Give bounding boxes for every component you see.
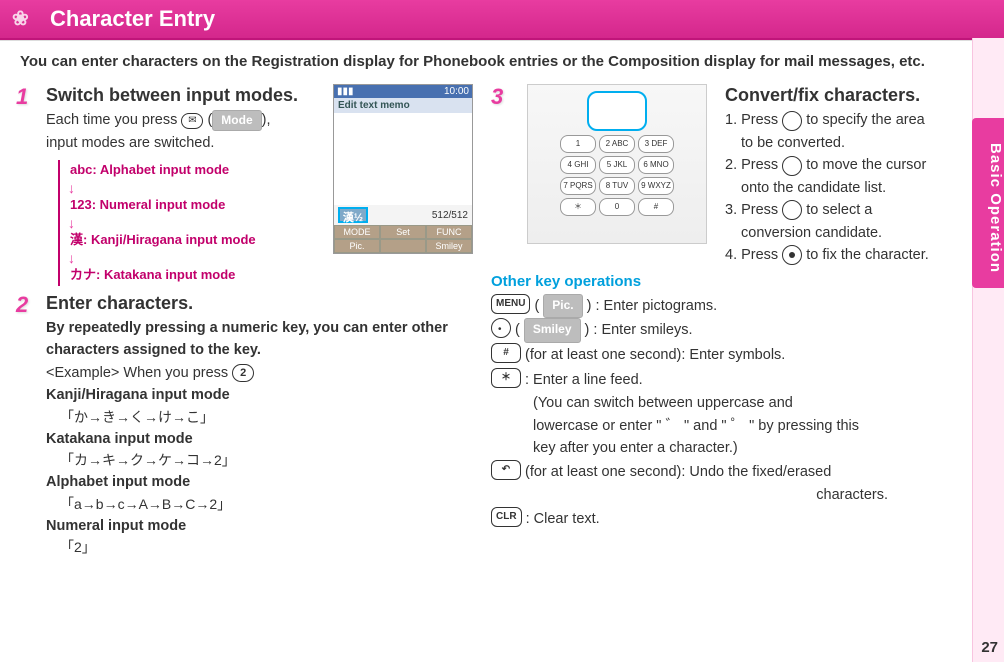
kata-mode-label: Katakana input mode <box>46 428 473 450</box>
menu-key-icon: MENU <box>491 294 530 314</box>
page-number: 27 <box>981 639 998 656</box>
softkey-blank <box>380 239 426 253</box>
softkey-row-2: Pic. Smiley <box>334 239 472 253</box>
kanji-seq: 「か→き→く→け→こ」 <box>60 407 473 428</box>
num-mode-label: Numeral input mode <box>46 515 473 537</box>
alpha-seq: 「a→b→c→A→B→C→2」 <box>60 494 473 515</box>
step1-title: Switch between input modes. <box>46 84 313 107</box>
section-tab: Basic Operation <box>972 118 1004 288</box>
mail-key-icon: ✉ <box>181 113 203 129</box>
mode-123: 123: Numeral input mode <box>70 195 313 216</box>
step2-intro: By repeatedly pressing a numeric key, yo… <box>46 317 473 362</box>
softkey-smiley: Smiley <box>426 239 472 253</box>
step3-l2: 2. Press to move the cursor <box>725 154 948 176</box>
step3-title: Convert/fix characters. <box>725 84 948 107</box>
input-modes-list: abc: Alphabet input mode ↓ 123: Numeral … <box>58 160 313 285</box>
softkey-pic: Pic. <box>334 239 380 253</box>
op-linefeed-sub1: (You can switch between uppercase and <box>533 392 948 414</box>
step3-l4: 4. Press to fix the character. <box>725 244 948 266</box>
decorative-flower-icon: ❀ <box>12 6 29 31</box>
nav-key-icon <box>782 156 802 176</box>
other-ops-list: MENU (Pic.) : Enter pictograms. (Smiley)… <box>491 294 948 532</box>
softkey-func: FUNC <box>426 225 472 239</box>
nav-disc-highlight <box>587 91 647 131</box>
mode-kanji: 漢: Kanji/Hiragana input mode <box>70 230 313 251</box>
softkey-mode: MODE <box>334 225 380 239</box>
op-symbols: # (for at least one second): Enter symbo… <box>491 343 948 368</box>
right-margin-strip: Basic Operation 27 <box>972 38 1004 662</box>
undo-key-icon: ↶ <box>491 460 521 480</box>
clock: 10:00 <box>444 86 469 97</box>
keypad: 12 ABC3 DEF 4 GHI5 JKL6 MNO 7 PQRS8 TUV9… <box>560 135 674 216</box>
num-seq: 「2」 <box>60 537 473 558</box>
kata-seq: 「カ→キ→ク→ケ→コ→2」 <box>60 450 473 471</box>
step3-l1: 1. Press to specify the area <box>725 109 948 131</box>
smiley-softkey-label: Smiley <box>524 318 581 343</box>
step2-example: <Example> When you press 2 <box>46 362 473 384</box>
nav-key-icon <box>782 111 802 131</box>
nav-key-icon <box>782 200 802 220</box>
hash-key-icon: # <box>491 343 521 363</box>
softkey-row: MODE Set FUNC <box>334 225 472 239</box>
kanji-mode-label: Kanji/Hiragana input mode <box>46 384 473 406</box>
char-counter: 512/512 <box>432 210 468 221</box>
mode-softkey-label: Mode <box>212 110 261 131</box>
other-ops-heading: Other key operations <box>491 273 948 290</box>
page-header: ❀ Character Entry <box>0 0 1004 40</box>
op-linefeed: ＊ : Enter a line feed. <box>491 368 948 393</box>
op-undo-sub: characters. <box>491 484 888 506</box>
step3-l3c: conversion candidate. <box>741 222 948 244</box>
softkey-set: Set <box>380 225 426 239</box>
signal-icon: ▮▮▮ <box>337 86 354 97</box>
phone-keypad-graphic: 12 ABC3 DEF 4 GHI5 JKL6 MNO 7 PQRS8 TUV9… <box>527 84 707 244</box>
op-pictograms: MENU (Pic.) : Enter pictograms. <box>491 294 948 319</box>
alpha-mode-label: Alphabet input mode <box>46 471 473 493</box>
nav-center-icon <box>782 245 802 265</box>
input-mode-indicator: 漢½ <box>338 207 368 223</box>
step-number-2: 2 <box>16 292 36 559</box>
mode-abc: abc: Alphabet input mode <box>70 160 313 181</box>
mode-katakana: カナ: Katakana input mode <box>70 265 313 286</box>
step-2: 2 Enter characters. By repeatedly pressi… <box>16 292 473 559</box>
star-key-icon: ＊ <box>491 368 521 388</box>
op-clear: CLR : Clear text. <box>491 507 948 532</box>
arrow-down-icon: ↓ <box>68 181 313 195</box>
step-3: 3 12 ABC3 DEF 4 GHI5 JKL6 MNO 7 PQRS8 TU… <box>491 84 948 267</box>
key-2-icon: 2 <box>232 364 254 382</box>
step3-l2c: onto the candidate list. <box>741 177 948 199</box>
clr-key-icon: CLR <box>491 507 522 527</box>
arrow-down-icon: ↓ <box>68 216 313 230</box>
op-smileys: (Smiley) : Enter smileys. <box>491 318 948 343</box>
op-undo: ↶ (for at least one second): Undo the fi… <box>491 460 948 485</box>
step3-l3: 3. Press to select a <box>725 199 948 221</box>
arrow-down-icon: ↓ <box>68 251 313 265</box>
page-title: Character Entry <box>50 6 215 31</box>
step1-line2: input modes are switched. <box>46 132 313 154</box>
phone-screen-mock: ▮▮▮ 10:00 Edit text memo 漢½ 512/512 MODE … <box>333 84 473 254</box>
step2-title: Enter characters. <box>46 292 473 315</box>
step3-l1c: to be converted. <box>741 132 948 154</box>
step-1: 1 Switch between input modes. Each time … <box>16 84 473 286</box>
phone-title: Edit text memo <box>334 98 472 113</box>
right-column: 3 12 ABC3 DEF 4 GHI5 JKL6 MNO 7 PQRS8 TU… <box>491 76 988 558</box>
op-linefeed-sub3: key after you enter a character.) <box>533 437 948 459</box>
step-number-1: 1 <box>16 84 36 286</box>
tv-key-icon <box>491 318 511 338</box>
left-column: 1 Switch between input modes. Each time … <box>16 76 473 558</box>
pic-softkey-label: Pic. <box>543 294 582 319</box>
intro-text: You can enter characters on the Registra… <box>0 40 1004 76</box>
step-number-3: 3 <box>491 84 511 110</box>
step1-line1: Each time you press ✉ (Mode), <box>46 109 313 131</box>
op-linefeed-sub2: lowercase or enter " ゛ " and " ゜ " by pr… <box>533 415 948 437</box>
